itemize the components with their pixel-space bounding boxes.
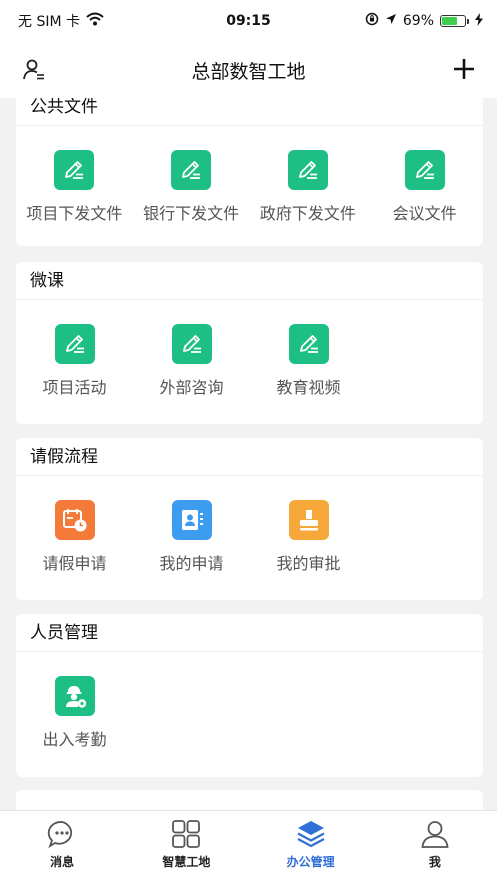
menu-item-external-consulting[interactable]: 外部咨询	[133, 324, 250, 398]
add-icon[interactable]	[451, 56, 477, 82]
wifi-icon	[86, 12, 104, 30]
menu-item-label: 银行下发文件	[143, 204, 240, 223]
document-edit-icon	[171, 324, 212, 364]
grid-icon	[171, 819, 201, 849]
section-title: 公共文件	[16, 98, 483, 126]
location-arrow-icon	[385, 13, 397, 29]
tab-smart-site[interactable]: 智慧工地	[124, 811, 248, 883]
document-edit-icon	[288, 324, 329, 364]
tab-me[interactable]: 我	[373, 811, 497, 883]
carrier-label: 无 SIM 卡	[18, 14, 80, 30]
contact-card-icon	[171, 500, 212, 540]
tab-label: 办公管理	[286, 855, 335, 869]
document-edit-icon	[404, 150, 445, 190]
document-edit-icon	[287, 150, 328, 190]
menu-item-label: 我的申请	[159, 554, 224, 573]
menu-item-my-requests[interactable]: 我的申请	[133, 500, 250, 574]
menu-item-label: 请假申请	[42, 554, 107, 573]
menu-item-label: 项目下发文件	[26, 204, 123, 223]
tab-label: 消息	[50, 855, 75, 869]
menu-item-label: 教育视频	[276, 378, 341, 397]
menu-item-label: 我的审批	[276, 554, 341, 573]
battery-icon	[440, 15, 469, 27]
menu-item-my-approvals[interactable]: 我的审批	[250, 500, 367, 574]
content-scroll[interactable]: 公共文件 项目下发文件 银行下发文件 政府下发文件 会议文件 微课 项目活动 外…	[0, 98, 497, 810]
stamp-icon	[288, 500, 329, 540]
section-title: 微课	[16, 262, 483, 300]
section-title: 人员管理	[16, 614, 483, 652]
tab-messages[interactable]: 消息	[0, 811, 124, 883]
menu-item-leave-request[interactable]: 请假申请	[16, 500, 133, 574]
menu-item-government-files[interactable]: 政府下发文件	[250, 150, 367, 224]
user-list-icon[interactable]	[22, 58, 46, 82]
calendar-clock-icon	[54, 500, 95, 540]
section-public-files: 公共文件 项目下发文件 银行下发文件 政府下发文件 会议文件	[16, 98, 483, 246]
tab-office-management[interactable]: 办公管理	[249, 811, 373, 883]
tab-bar: 消息 智慧工地 办公管理 我	[0, 810, 497, 883]
menu-item-label: 项目活动	[42, 378, 107, 397]
menu-item-label: 政府下发文件	[259, 204, 356, 223]
section-staff-management: 人员管理 出入考勤	[16, 614, 483, 777]
nav-bar: 总部数智工地	[0, 42, 497, 98]
document-edit-icon	[171, 150, 212, 190]
menu-item-meeting-files[interactable]: 会议文件	[366, 150, 483, 224]
person-icon	[420, 819, 450, 849]
section-micro-course: 微课 项目活动 外部咨询 教育视频	[16, 262, 483, 424]
menu-item-project-files[interactable]: 项目下发文件	[16, 150, 133, 224]
status-left: 无 SIM 卡	[18, 11, 104, 31]
menu-item-bank-files[interactable]: 银行下发文件	[133, 150, 250, 224]
tab-label: 我	[428, 855, 441, 869]
section-next-partial	[16, 790, 483, 810]
menu-item-project-activity[interactable]: 项目活动	[16, 324, 133, 398]
document-edit-icon	[54, 150, 95, 190]
document-edit-icon	[54, 324, 95, 364]
orientation-lock-icon	[365, 12, 379, 30]
worker-settings-icon	[54, 676, 95, 716]
menu-item-label: 外部咨询	[159, 378, 224, 397]
page-title: 总部数智工地	[191, 60, 306, 83]
section-leave-process: 请假流程 请假申请 我的申请 我的审批	[16, 438, 483, 600]
layers-icon	[296, 819, 326, 849]
status-right: 69%	[365, 12, 483, 30]
charging-bolt-icon	[475, 12, 483, 30]
status-bar: 无 SIM 卡 09:15 69%	[0, 0, 497, 42]
tab-label: 智慧工地	[162, 855, 211, 869]
menu-item-label: 会议文件	[392, 204, 457, 223]
menu-item-attendance[interactable]: 出入考勤	[16, 676, 133, 750]
section-title: 请假流程	[16, 438, 483, 476]
chat-bubble-icon	[47, 819, 77, 849]
menu-item-education-video[interactable]: 教育视频	[250, 324, 367, 398]
battery-percent: 69%	[402, 13, 434, 29]
menu-item-label: 出入考勤	[42, 730, 107, 749]
